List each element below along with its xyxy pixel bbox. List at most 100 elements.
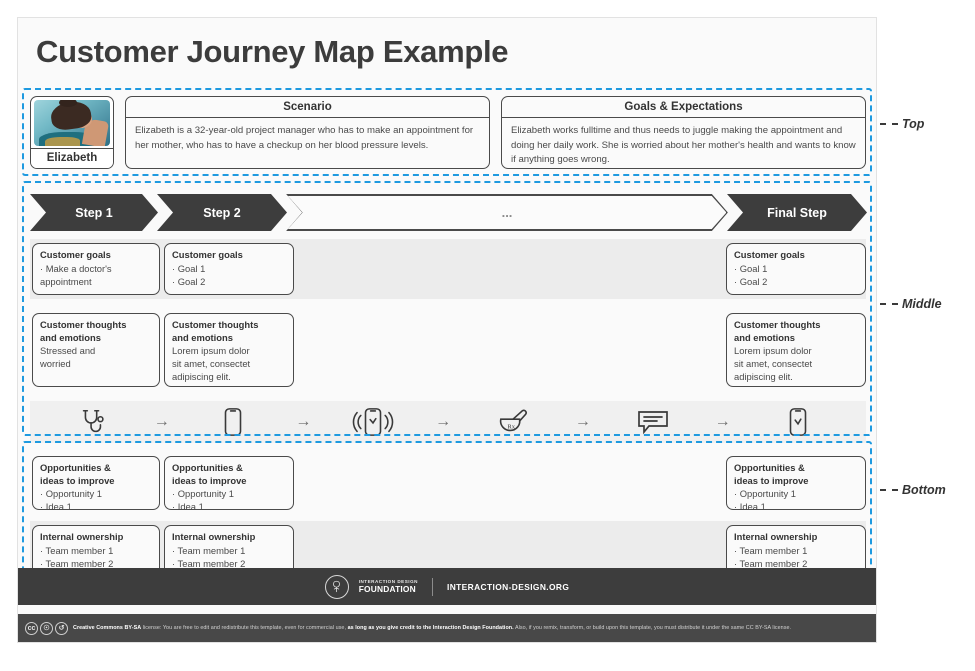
customer-goals-card-final-line-2: · Goal 2 — [734, 275, 768, 287]
opportunities-card-1-heading-line-1: Opportunities & — [40, 462, 111, 473]
opportunities-card-final[interactable]: Opportunities & ideas to improve · Oppor… — [726, 456, 866, 512]
customer-goals-card-1[interactable]: Customer goals · Make a doctor's appoint… — [32, 243, 160, 295]
opportunities-row: Opportunities & ideas to improve · Oppor… — [30, 452, 866, 514]
touchpoint-arrow-1: → — [153, 413, 170, 430]
persona-card: Elizabeth — [30, 96, 114, 169]
idf-logo-icon — [324, 574, 349, 599]
customer-thoughts-cell-2: Customer thoughts and emotions Lorem ips… — [162, 309, 294, 391]
internal-ownership-card-2-heading: Internal ownership — [172, 531, 256, 542]
step-chevron-final[interactable]: Final Step — [727, 194, 867, 231]
customer-goals-card-1-heading: Customer goals — [40, 249, 111, 260]
internal-ownership-card-final-heading: Internal ownership — [734, 531, 818, 542]
touchpoint-stethoscope[interactable] — [30, 407, 154, 437]
internal-ownership-card-2-line-1: · Team member 1 — [172, 544, 246, 556]
brand-footer: INTERACTION DESIGN FOUNDATION INTERACTIO… — [18, 568, 876, 605]
opportunities-card-1-line-1: · Opportunity 1 — [40, 488, 103, 499]
customer-thoughts-card-2-line-1: Lorem ipsum dolor — [172, 345, 250, 356]
opportunities-card-final-heading-line-2: ideas to improve — [734, 474, 809, 486]
journey-map-page: Customer Journey Map Example Elizabeth S… — [0, 0, 975, 671]
customer-thoughts-card-1-line-2: worried — [40, 358, 71, 369]
opportunities-card-2[interactable]: Opportunities & ideas to improve · Oppor… — [164, 456, 294, 512]
customer-thoughts-card-1[interactable]: Customer thoughts and emotions Stressed … — [32, 313, 160, 387]
opportunities-card-2-heading-line-2: ideas to improve — [172, 474, 247, 486]
touchpoint-chat-bubble[interactable] — [591, 408, 715, 436]
customer-goals-card-final-heading: Customer goals — [734, 249, 805, 260]
persona-name: Elizabeth — [31, 148, 113, 168]
opportunities-cell-final: Opportunities & ideas to improve · Oppor… — [726, 452, 866, 514]
touchpoint-arrow-5: → — [714, 413, 731, 430]
opportunities-cell-spacer — [296, 452, 724, 514]
customer-thoughts-card-2-line-3: adipiscing elit. — [172, 371, 231, 382]
internal-ownership-card-1-heading: Internal ownership — [40, 531, 124, 542]
license-credit: as long as you give credit to the Intera… — [347, 625, 514, 631]
license-text: Creative Commons BY-SA license: You are … — [73, 625, 791, 631]
customer-goals-card-2-line-2: · Goal 2 — [172, 275, 206, 287]
customer-thoughts-card-final-line-1: Lorem ipsum dolor — [734, 345, 812, 356]
idf-logo-text: INTERACTION DESIGN FOUNDATION — [359, 579, 418, 594]
customer-goals-card-final-line-1: · Goal 1 — [734, 262, 768, 274]
journey-map-card: Customer Journey Map Example Elizabeth S… — [17, 17, 877, 643]
license-suffix: Also, if you remix, transform, or build … — [513, 625, 792, 631]
annotation-middle: Middle — [880, 297, 942, 311]
footer-website[interactable]: INTERACTION-DESIGN.ORG — [447, 582, 569, 592]
creative-commons-icons: cc ☉ ↺ — [25, 621, 68, 635]
customer-goals-card-2-line-1: · Goal 1 — [172, 262, 206, 274]
customer-thoughts-card-1-line-1: Stressed and — [40, 345, 96, 356]
opportunities-card-final-heading-line-1: Opportunities & — [734, 462, 805, 473]
license-bar: cc ☉ ↺ Creative Commons BY-SA license: Y… — [18, 614, 876, 642]
customer-thoughts-card-final[interactable]: Customer thoughts and emotions Lorem ips… — [726, 313, 866, 387]
step-chevron-2[interactable]: Step 2 — [157, 194, 287, 231]
step-chevron-row: Step 1 Step 2 ... Final Step — [30, 194, 866, 231]
customer-goals-card-1-line-1: · Make a doctor's — [40, 262, 112, 274]
annotation-bottom: Bottom — [880, 483, 946, 497]
top-section: Elizabeth Scenario Elizabeth is a 32-yea… — [30, 96, 866, 169]
step-chevron-2-label: Step 2 — [203, 205, 241, 220]
cc-icon: cc — [25, 621, 38, 635]
step-chevron-1[interactable]: Step 1 — [30, 194, 158, 231]
customer-thoughts-card-final-heading-line-1: Customer thoughts — [734, 319, 821, 330]
cc-by-icon: ☉ — [40, 621, 53, 635]
goals-expectations-heading: Goals & Expectations — [502, 97, 865, 118]
opportunities-card-1[interactable]: Opportunities & ideas to improve · Oppor… — [32, 456, 160, 512]
footer-divider — [431, 577, 433, 596]
annotation-top-leader — [880, 123, 898, 125]
customer-goals-card-2[interactable]: Customer goals · Goal 1 · Goal 2 — [164, 243, 294, 295]
touchpoint-arrow-3: → — [435, 413, 452, 430]
opportunities-card-2-line-1: · Opportunity 1 — [172, 488, 235, 499]
touchpoint-ringing-phone[interactable] — [311, 407, 435, 437]
license-mid: license: You are free to edit and redist… — [141, 625, 348, 631]
annotation-middle-label: Middle — [902, 297, 942, 311]
customer-goals-card-final[interactable]: Customer goals · Goal 1 · Goal 2 — [726, 243, 866, 295]
customer-thoughts-card-final-heading-line-2: and emotions — [734, 331, 795, 343]
svg-text:Rx: Rx — [507, 424, 515, 431]
touchpoint-arrow-2: → — [295, 413, 312, 430]
customer-goals-cell-final: Customer goals · Goal 1 · Goal 2 — [726, 239, 866, 299]
customer-thoughts-card-2[interactable]: Customer thoughts and emotions Lorem ips… — [164, 313, 294, 387]
touchpoint-smartphone[interactable] — [170, 407, 296, 437]
customer-thoughts-cell-1: Customer thoughts and emotions Stressed … — [30, 309, 160, 391]
customer-thoughts-card-final-line-3: adipiscing elit. — [734, 371, 793, 382]
step-chevron-ellipsis[interactable]: ... — [286, 194, 728, 231]
opportunities-cell-1: Opportunities & ideas to improve · Oppor… — [30, 452, 160, 514]
step-chevron-final-label: Final Step — [767, 205, 827, 220]
touchpoint-phone-call[interactable] — [731, 407, 866, 437]
step-chevron-1-label: Step 1 — [75, 205, 113, 220]
annotation-bottom-leader — [880, 489, 898, 491]
opportunities-card-2-heading-line-1: Opportunities & — [172, 462, 243, 473]
opportunities-card-1-heading-line-2: ideas to improve — [40, 474, 115, 486]
scenario-body: Elizabeth is a 32-year-old project manag… — [135, 125, 474, 151]
customer-thoughts-card-1-heading-line-1: Customer thoughts — [40, 319, 127, 330]
opportunities-card-final-line-1: · Opportunity 1 — [734, 488, 797, 499]
customer-goals-cell-spacer — [296, 239, 724, 299]
touchpoint-arrow-4: → — [574, 413, 591, 430]
annotation-top-label: Top — [902, 117, 925, 131]
opportunities-card-1-line-2: · Idea 1 — [40, 501, 72, 512]
step-chevron-ellipsis-label: ... — [501, 205, 513, 220]
annotation-middle-leader — [880, 303, 898, 305]
customer-thoughts-cell-spacer — [296, 309, 724, 391]
scenario-box: Scenario Elizabeth is a 32-year-old proj… — [125, 96, 490, 169]
customer-thoughts-card-1-heading-line-2: and emotions — [40, 331, 101, 343]
touchpoint-mortar-pestle-rx[interactable]: Rx — [451, 407, 575, 437]
customer-goals-card-2-heading: Customer goals — [172, 249, 243, 260]
page-title: Customer Journey Map Example — [36, 34, 509, 69]
